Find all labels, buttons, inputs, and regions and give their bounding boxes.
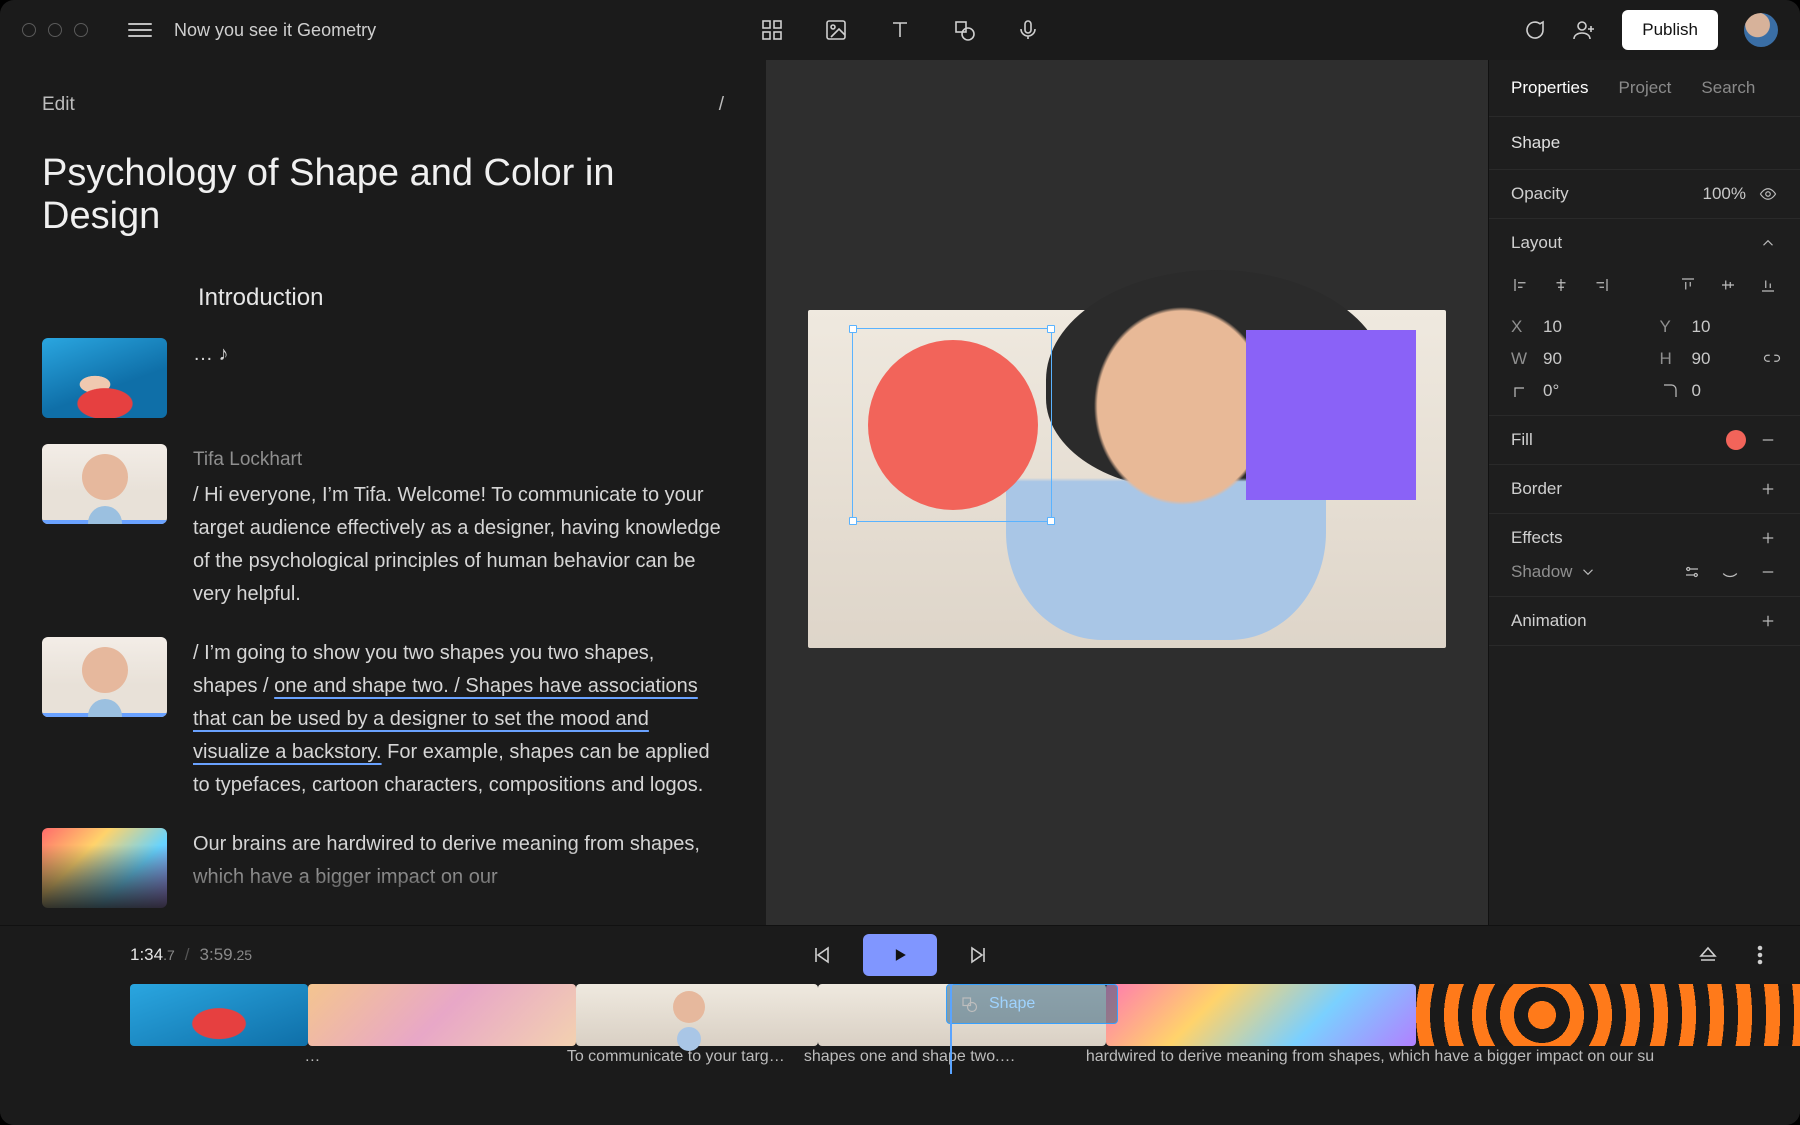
add-effect-icon[interactable]	[1758, 528, 1778, 548]
timeline-caption: shapes one and shape two.…	[804, 1048, 1086, 1066]
comment-icon[interactable]	[1522, 18, 1546, 42]
add-user-icon[interactable]	[1572, 18, 1596, 42]
corner-radius-icon	[1660, 381, 1680, 401]
rotation-icon	[1511, 381, 1531, 401]
more-icon[interactable]	[1748, 943, 1772, 967]
link-dimensions-icon[interactable]	[1762, 349, 1782, 369]
h-value[interactable]: 90	[1692, 349, 1711, 369]
script-editor: Edit / Psychology of Shape and Color in …	[0, 60, 766, 925]
resize-handle[interactable]	[1047, 517, 1055, 525]
edit-mode-label[interactable]: Edit	[42, 94, 75, 116]
prev-frame-icon[interactable]	[809, 943, 833, 967]
playhead[interactable]	[950, 984, 952, 1074]
timeline-caption: hardwired to derive meaning from shapes,…	[1086, 1048, 1800, 1066]
align-right-icon[interactable]	[1591, 275, 1611, 295]
timeline-caption: To communicate to your target audience…	[567, 1048, 804, 1066]
shape-icon[interactable]	[952, 18, 976, 42]
y-value[interactable]: 10	[1692, 317, 1711, 337]
script-line[interactable]: … ♪	[193, 338, 229, 418]
effect-settings-icon[interactable]	[1682, 562, 1702, 582]
document-title[interactable]: Now you see it Geometry	[174, 20, 376, 41]
timeline-caption: …	[304, 1048, 566, 1066]
shape-timeline-clip[interactable]: Shape	[946, 984, 1118, 1024]
canvas-area[interactable]	[766, 60, 1488, 925]
properties-panel: Properties Project Search Shape Opacity …	[1488, 60, 1800, 925]
add-border-icon[interactable]	[1758, 479, 1778, 499]
timeline-clip[interactable]	[308, 984, 576, 1046]
opacity-label: Opacity	[1511, 184, 1691, 204]
play-button[interactable]	[863, 934, 937, 976]
clip-thumbnail[interactable]	[42, 444, 167, 524]
effect-visibility-icon[interactable]	[1720, 562, 1740, 582]
tab-properties[interactable]: Properties	[1511, 78, 1588, 98]
window-traffic-lights[interactable]	[22, 23, 88, 37]
timeline-clip[interactable]	[576, 984, 818, 1046]
text-icon[interactable]	[888, 18, 912, 42]
x-value[interactable]: 10	[1543, 317, 1562, 337]
clip-thumbnail[interactable]	[42, 637, 167, 717]
speaker-name: Tifa Lockhart	[193, 444, 724, 475]
image-icon[interactable]	[824, 18, 848, 42]
align-vcenter-icon[interactable]	[1718, 275, 1738, 295]
timeline-caption	[130, 1048, 304, 1066]
timeline-clip[interactable]	[1416, 984, 1800, 1046]
shape-icon	[959, 994, 979, 1014]
add-animation-icon[interactable]	[1758, 611, 1778, 631]
publish-button[interactable]: Publish	[1622, 10, 1718, 50]
y-label: Y	[1660, 317, 1680, 337]
resize-handle[interactable]	[849, 325, 857, 333]
script-paragraph[interactable]: / I’m going to show you two shapes you t…	[193, 637, 724, 802]
resize-handle[interactable]	[849, 517, 857, 525]
shape-square[interactable]	[1246, 330, 1416, 500]
rotation-value[interactable]: 0°	[1543, 381, 1559, 401]
timecode-display: 1:34.7 / 3:59.25	[130, 945, 252, 965]
timeline[interactable]: Shape …To communicate to your target aud…	[0, 984, 1800, 1125]
avatar[interactable]	[1744, 13, 1778, 47]
w-value[interactable]: 90	[1543, 349, 1562, 369]
page-title: Psychology of Shape and Color in Design	[42, 152, 724, 238]
align-hcenter-icon[interactable]	[1551, 275, 1571, 295]
microphone-icon[interactable]	[1016, 18, 1040, 42]
opacity-value[interactable]: 100%	[1703, 184, 1746, 204]
eject-icon[interactable]	[1696, 943, 1720, 967]
tab-search[interactable]: Search	[1701, 78, 1755, 98]
remove-effect-icon[interactable]	[1758, 562, 1778, 582]
video-canvas[interactable]	[808, 310, 1446, 648]
slash-indicator: /	[719, 94, 724, 116]
align-top-icon[interactable]	[1678, 275, 1698, 295]
shape-section-label: Shape	[1489, 117, 1800, 169]
corner-value[interactable]: 0	[1692, 381, 1701, 401]
resize-handle[interactable]	[1047, 325, 1055, 333]
script-paragraph[interactable]: Tifa Lockhart / Hi everyone, I’m Tifa. W…	[193, 444, 724, 611]
animation-label: Animation	[1511, 611, 1746, 631]
section-heading: Introduction	[198, 284, 724, 312]
timeline-clip[interactable]	[130, 984, 308, 1046]
tab-project[interactable]: Project	[1618, 78, 1671, 98]
clip-thumbnail[interactable]	[42, 338, 167, 418]
fill-label: Fill	[1511, 430, 1714, 450]
selection-bounding-box[interactable]	[852, 328, 1052, 522]
shadow-row[interactable]: Shadow	[1511, 562, 1598, 582]
fill-color-swatch[interactable]	[1726, 430, 1746, 450]
border-label: Border	[1511, 479, 1746, 499]
layout-label: Layout	[1511, 233, 1746, 253]
chevron-up-icon[interactable]	[1758, 233, 1778, 253]
next-frame-icon[interactable]	[967, 943, 991, 967]
align-left-icon[interactable]	[1511, 275, 1531, 295]
align-bottom-icon[interactable]	[1758, 275, 1778, 295]
visibility-icon[interactable]	[1758, 184, 1778, 204]
grid-icon[interactable]	[760, 18, 784, 42]
menu-icon[interactable]	[128, 23, 152, 37]
effects-label: Effects	[1511, 528, 1746, 548]
chevron-down-icon	[1578, 562, 1598, 582]
remove-fill-icon[interactable]	[1758, 430, 1778, 450]
x-label: X	[1511, 317, 1531, 337]
timeline-clip[interactable]	[1106, 984, 1416, 1046]
h-label: H	[1660, 349, 1680, 369]
w-label: W	[1511, 349, 1531, 369]
